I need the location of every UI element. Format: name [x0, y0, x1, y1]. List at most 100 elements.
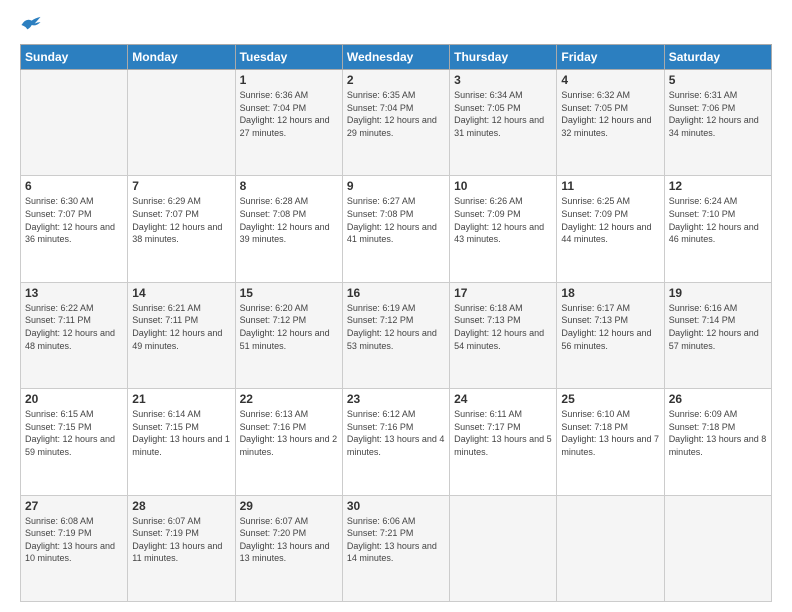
day-number: 14	[132, 286, 230, 300]
calendar-cell: 30 Sunrise: 6:06 AM Sunset: 7:21 PM Dayli…	[342, 495, 449, 601]
calendar-table: SundayMondayTuesdayWednesdayThursdayFrid…	[20, 44, 772, 602]
calendar-cell: 19 Sunrise: 6:16 AM Sunset: 7:14 PM Dayli…	[664, 282, 771, 388]
calendar-cell: 24Sunrise: 6:11 AM Sunset: 7:17 PM Dayli…	[450, 389, 557, 495]
day-number: 2	[347, 73, 445, 87]
day-number: 17	[454, 286, 552, 300]
day-info: Sunrise: 6:07 AM Sunset: 7:20 PM Dayligh…	[240, 515, 338, 565]
day-info: Sunrise: 6:14 AM Sunset: 7:15 PM Dayligh…	[132, 408, 230, 458]
calendar-cell: 26 Sunrise: 6:09 AM Sunset: 7:18 PM Dayli…	[664, 389, 771, 495]
day-info: Sunrise: 6:35 AM Sunset: 7:04 PM Dayligh…	[347, 89, 445, 139]
weekday-header-wednesday: Wednesday	[342, 45, 449, 70]
calendar-cell: 28Sunrise: 6:07 AM Sunset: 7:19 PM Dayli…	[128, 495, 235, 601]
calendar-cell: 5 Sunrise: 6:31 AM Sunset: 7:06 PM Daylig…	[664, 70, 771, 176]
calendar-week-row: 6Sunrise: 6:30 AM Sunset: 7:07 PM Daylig…	[21, 176, 772, 282]
day-info: Sunrise: 6:10 AM Sunset: 7:18 PM Dayligh…	[561, 408, 659, 458]
calendar-cell: 14 Sunrise: 6:21 AM Sunset: 7:11 PM Dayli…	[128, 282, 235, 388]
day-info: Sunrise: 6:24 AM Sunset: 7:10 PM Dayligh…	[669, 195, 767, 245]
day-info: Sunrise: 6:19 AM Sunset: 7:12 PM Dayligh…	[347, 302, 445, 352]
day-info: Sunrise: 6:09 AM Sunset: 7:18 PM Dayligh…	[669, 408, 767, 458]
calendar-cell: 13 Sunrise: 6:22 AM Sunset: 7:11 PM Dayli…	[21, 282, 128, 388]
calendar-cell: 20 Sunrise: 6:15 AM Sunset: 7:15 PM Dayli…	[21, 389, 128, 495]
day-info: Sunrise: 6:36 AM Sunset: 7:04 PM Dayligh…	[240, 89, 338, 139]
calendar-cell: 3 Sunrise: 6:34 AM Sunset: 7:05 PM Daylig…	[450, 70, 557, 176]
day-info: Sunrise: 6:22 AM Sunset: 7:11 PM Dayligh…	[25, 302, 123, 352]
calendar-cell: 6Sunrise: 6:30 AM Sunset: 7:07 PM Daylig…	[21, 176, 128, 282]
calendar-cell: 10 Sunrise: 6:26 AM Sunset: 7:09 PM Dayli…	[450, 176, 557, 282]
day-number: 29	[240, 499, 338, 513]
day-number: 23	[347, 392, 445, 406]
day-info: Sunrise: 6:27 AM Sunset: 7:08 PM Dayligh…	[347, 195, 445, 245]
day-number: 8	[240, 179, 338, 193]
day-number: 30	[347, 499, 445, 513]
weekday-header-monday: Monday	[128, 45, 235, 70]
day-info: Sunrise: 6:12 AM Sunset: 7:16 PM Dayligh…	[347, 408, 445, 458]
day-number: 21	[132, 392, 230, 406]
calendar-cell: 1 Sunrise: 6:36 AM Sunset: 7:04 PM Daylig…	[235, 70, 342, 176]
day-info: Sunrise: 6:11 AM Sunset: 7:17 PM Dayligh…	[454, 408, 552, 458]
weekday-header-friday: Friday	[557, 45, 664, 70]
calendar-week-row: 27 Sunrise: 6:08 AM Sunset: 7:19 PM Dayli…	[21, 495, 772, 601]
calendar-week-row: 13 Sunrise: 6:22 AM Sunset: 7:11 PM Dayli…	[21, 282, 772, 388]
day-number: 7	[132, 179, 230, 193]
calendar-cell: 8 Sunrise: 6:28 AM Sunset: 7:08 PM Daylig…	[235, 176, 342, 282]
day-info: Sunrise: 6:17 AM Sunset: 7:13 PM Dayligh…	[561, 302, 659, 352]
day-number: 5	[669, 73, 767, 87]
calendar-cell: 15 Sunrise: 6:20 AM Sunset: 7:12 PM Dayli…	[235, 282, 342, 388]
day-info: Sunrise: 6:15 AM Sunset: 7:15 PM Dayligh…	[25, 408, 123, 458]
calendar-cell: 11 Sunrise: 6:25 AM Sunset: 7:09 PM Dayli…	[557, 176, 664, 282]
calendar-cell: 29 Sunrise: 6:07 AM Sunset: 7:20 PM Dayli…	[235, 495, 342, 601]
logo	[20, 16, 46, 34]
weekday-header-row: SundayMondayTuesdayWednesdayThursdayFrid…	[21, 45, 772, 70]
day-info: Sunrise: 6:29 AM Sunset: 7:07 PM Dayligh…	[132, 195, 230, 245]
day-number: 26	[669, 392, 767, 406]
day-number: 13	[25, 286, 123, 300]
calendar-cell: 4 Sunrise: 6:32 AM Sunset: 7:05 PM Daylig…	[557, 70, 664, 176]
calendar-cell: 21 Sunrise: 6:14 AM Sunset: 7:15 PM Dayli…	[128, 389, 235, 495]
day-info: Sunrise: 6:34 AM Sunset: 7:05 PM Dayligh…	[454, 89, 552, 139]
day-number: 9	[347, 179, 445, 193]
day-number: 12	[669, 179, 767, 193]
day-number: 28	[132, 499, 230, 513]
day-info: Sunrise: 6:16 AM Sunset: 7:14 PM Dayligh…	[669, 302, 767, 352]
day-number: 10	[454, 179, 552, 193]
calendar-week-row: 1 Sunrise: 6:36 AM Sunset: 7:04 PM Daylig…	[21, 70, 772, 176]
calendar-cell: 27 Sunrise: 6:08 AM Sunset: 7:19 PM Dayli…	[21, 495, 128, 601]
day-number: 20	[25, 392, 123, 406]
calendar-cell	[557, 495, 664, 601]
day-number: 11	[561, 179, 659, 193]
calendar-cell: 23 Sunrise: 6:12 AM Sunset: 7:16 PM Dayli…	[342, 389, 449, 495]
day-info: Sunrise: 6:08 AM Sunset: 7:19 PM Dayligh…	[25, 515, 123, 565]
day-info: Sunrise: 6:18 AM Sunset: 7:13 PM Dayligh…	[454, 302, 552, 352]
calendar-cell: 9 Sunrise: 6:27 AM Sunset: 7:08 PM Daylig…	[342, 176, 449, 282]
calendar-cell	[21, 70, 128, 176]
day-number: 4	[561, 73, 659, 87]
day-number: 15	[240, 286, 338, 300]
calendar-cell: 12 Sunrise: 6:24 AM Sunset: 7:10 PM Dayli…	[664, 176, 771, 282]
calendar-cell: 16Sunrise: 6:19 AM Sunset: 7:12 PM Dayli…	[342, 282, 449, 388]
logo-bird-icon	[20, 16, 42, 34]
calendar-cell	[450, 495, 557, 601]
weekday-header-thursday: Thursday	[450, 45, 557, 70]
weekday-header-saturday: Saturday	[664, 45, 771, 70]
day-info: Sunrise: 6:25 AM Sunset: 7:09 PM Dayligh…	[561, 195, 659, 245]
day-info: Sunrise: 6:20 AM Sunset: 7:12 PM Dayligh…	[240, 302, 338, 352]
day-number: 19	[669, 286, 767, 300]
day-number: 1	[240, 73, 338, 87]
day-info: Sunrise: 6:06 AM Sunset: 7:21 PM Dayligh…	[347, 515, 445, 565]
day-number: 3	[454, 73, 552, 87]
day-info: Sunrise: 6:31 AM Sunset: 7:06 PM Dayligh…	[669, 89, 767, 139]
calendar-cell: 25Sunrise: 6:10 AM Sunset: 7:18 PM Dayli…	[557, 389, 664, 495]
day-info: Sunrise: 6:28 AM Sunset: 7:08 PM Dayligh…	[240, 195, 338, 245]
day-info: Sunrise: 6:26 AM Sunset: 7:09 PM Dayligh…	[454, 195, 552, 245]
day-info: Sunrise: 6:32 AM Sunset: 7:05 PM Dayligh…	[561, 89, 659, 139]
calendar-cell: 2 Sunrise: 6:35 AM Sunset: 7:04 PM Daylig…	[342, 70, 449, 176]
header	[20, 16, 772, 34]
calendar-cell	[664, 495, 771, 601]
day-number: 27	[25, 499, 123, 513]
day-number: 22	[240, 392, 338, 406]
day-info: Sunrise: 6:13 AM Sunset: 7:16 PM Dayligh…	[240, 408, 338, 458]
weekday-header-tuesday: Tuesday	[235, 45, 342, 70]
calendar-cell: 7 Sunrise: 6:29 AM Sunset: 7:07 PM Daylig…	[128, 176, 235, 282]
calendar-cell: 22 Sunrise: 6:13 AM Sunset: 7:16 PM Dayli…	[235, 389, 342, 495]
day-info: Sunrise: 6:21 AM Sunset: 7:11 PM Dayligh…	[132, 302, 230, 352]
